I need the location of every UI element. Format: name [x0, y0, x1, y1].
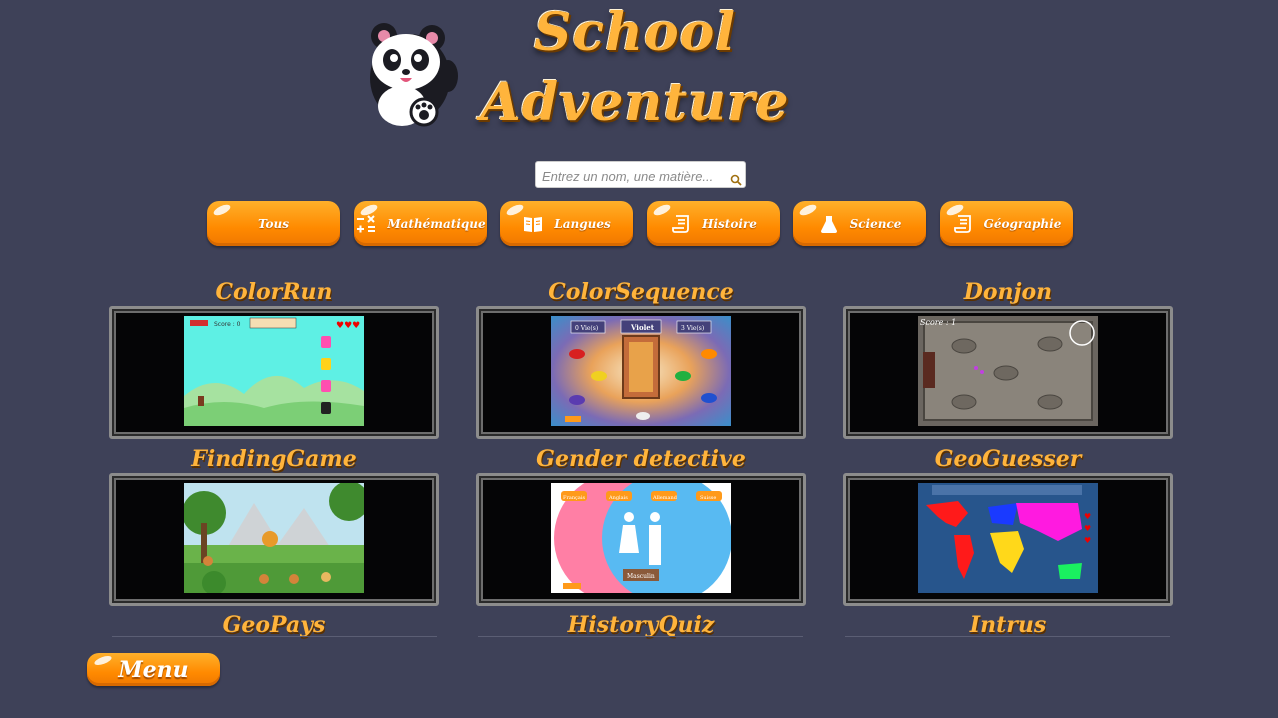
svg-text:♥♥♥: ♥♥♥ — [336, 321, 360, 331]
game-title: GeoPays — [222, 612, 326, 638]
category-button-geographie[interactable]: Géographie — [940, 201, 1073, 246]
game-thumbnail-findinggame[interactable] — [184, 483, 364, 593]
row-divider — [112, 636, 437, 637]
game-title: Donjon — [963, 279, 1053, 305]
category-button-histoire[interactable]: Histoire — [647, 201, 780, 246]
gloss-highlight — [652, 202, 672, 218]
game-card-gender-detective[interactable]: Gender detective Français Anglais Allema… — [476, 446, 806, 606]
game-thumbnail-colorsequence[interactable]: 0 Vie(s) Violet 3 Vie(s) — [551, 316, 731, 426]
score-text: Score : 1 — [920, 318, 956, 327]
game-thumbnail-donjon[interactable]: Score : 1 — [918, 316, 1098, 426]
lives-left-text: 0 Vie(s) — [575, 325, 598, 332]
game-card-geoguesser[interactable]: GeoGuesser ♥ ♥ ♥ — [843, 446, 1173, 606]
gloss-highlight — [212, 202, 232, 218]
game-card-findinggame[interactable]: FindingGame — [109, 446, 439, 606]
game-frame: 0 Vie(s) Violet 3 Vie(s) — [476, 306, 806, 439]
category-label: Langues — [554, 216, 611, 231]
game-title: Intrus — [969, 612, 1047, 638]
book-icon — [522, 213, 544, 235]
gender-answer-text: Masculin — [627, 573, 655, 580]
option-label: Anglais — [608, 495, 628, 501]
svg-text:♥: ♥ — [1084, 536, 1091, 545]
menu-label: Menu — [118, 656, 189, 683]
game-title: FindingGame — [191, 446, 357, 472]
search-input[interactable] — [540, 164, 724, 188]
lives-right-text: 3 Vie(s) — [681, 325, 704, 332]
category-label: Tous — [257, 216, 290, 231]
gloss-highlight — [798, 202, 818, 218]
map-scroll-icon — [952, 213, 974, 235]
game-frame — [109, 473, 439, 606]
category-label: Géographie — [983, 216, 1062, 231]
game-title: HistoryQuiz — [567, 612, 715, 638]
category-label: Histoire — [702, 216, 757, 231]
game-thumbnail-colorrun[interactable]: Score : 0 ♥♥♥ — [184, 316, 364, 426]
category-label: Science — [849, 216, 902, 231]
app-title-line1: School — [533, 2, 737, 63]
game-card-colorrun[interactable]: ColorRun Score : 0 ♥♥♥ — [109, 279, 439, 439]
target-color-text: Violet — [630, 323, 655, 332]
flask-icon — [818, 213, 840, 235]
scroll-icon — [670, 213, 692, 235]
game-thumbnail-gender-detective[interactable]: Français Anglais Allemand Suisse Masculi… — [551, 483, 731, 593]
row-divider — [845, 636, 1170, 637]
game-card-donjon[interactable]: Donjon Score : 1 — [843, 279, 1173, 439]
game-card-colorsequence[interactable]: ColorSequence 0 Vie(s) Violet 3 Vie(s) — [476, 279, 806, 439]
panda-logo — [362, 16, 462, 134]
app-title-line2: Adventure — [480, 72, 790, 133]
gloss-highlight — [93, 654, 113, 667]
svg-text:♥: ♥ — [1084, 524, 1091, 533]
game-title: Gender detective — [536, 446, 746, 472]
game-frame: Score : 1 — [843, 306, 1173, 439]
game-card-intrus[interactable]: Intrus — [843, 612, 1173, 638]
option-label: Allemand — [652, 495, 678, 501]
menu-button[interactable]: Menu — [87, 653, 220, 686]
option-label: Français — [563, 495, 585, 501]
game-title: ColorRun — [215, 279, 333, 305]
row-divider — [478, 636, 803, 637]
category-button-langues[interactable]: Langues — [500, 201, 633, 246]
search-box — [535, 161, 746, 188]
game-frame: Français Anglais Allemand Suisse Masculi… — [476, 473, 806, 606]
svg-text:♥: ♥ — [1084, 512, 1091, 521]
score-text: Score : 0 — [214, 321, 241, 328]
game-title: GeoGuesser — [934, 446, 1082, 472]
category-label: Mathématique — [387, 216, 486, 231]
option-label: Suisse — [700, 495, 716, 501]
category-button-tous[interactable]: Tous — [207, 201, 340, 246]
game-frame: Score : 0 ♥♥♥ — [109, 306, 439, 439]
game-frame: ♥ ♥ ♥ — [843, 473, 1173, 606]
game-title: ColorSequence — [548, 279, 734, 305]
game-card-historyquiz[interactable]: HistoryQuiz — [476, 612, 806, 638]
game-thumbnail-geoguesser[interactable]: ♥ ♥ ♥ — [918, 483, 1098, 593]
category-button-mathematique[interactable]: Mathématique — [354, 201, 487, 246]
game-card-geopays[interactable]: GeoPays — [109, 612, 439, 638]
math-operators-icon — [355, 213, 377, 235]
category-button-science[interactable]: Science — [793, 201, 926, 246]
search-icon[interactable] — [730, 171, 742, 186]
